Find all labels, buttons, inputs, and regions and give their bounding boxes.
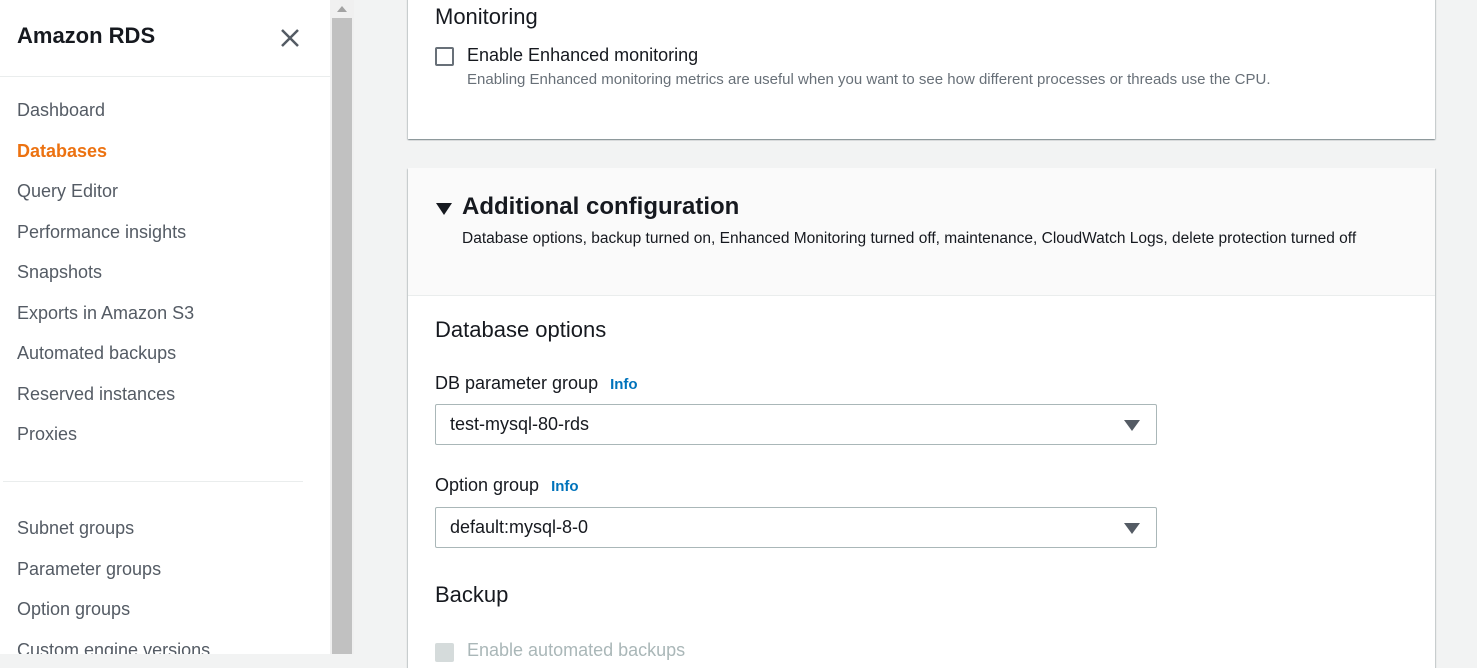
db-parameter-group-select[interactable]: test-mysql-80-rds: [435, 404, 1157, 445]
nav-divider: [3, 481, 303, 482]
sidebar-item-databases[interactable]: Databases: [17, 131, 194, 172]
monitoring-heading: Monitoring: [435, 4, 538, 29]
option-group-select[interactable]: default:mysql-8-0: [435, 507, 1157, 548]
sidebar-item-dashboard[interactable]: Dashboard: [17, 90, 194, 131]
additional-configuration-panel: Additional configuration Database option…: [408, 168, 1435, 668]
option-group-info-link[interactable]: Info: [551, 478, 579, 495]
sidebar-nav: Amazon RDS Dashboard Databases Query Edi…: [0, 0, 330, 654]
db-parameter-group-value: test-mysql-80-rds: [450, 414, 590, 434]
sidebar-item-subnet-groups[interactable]: Subnet groups: [17, 508, 210, 549]
sidebar-item-automated-backups[interactable]: Automated backups: [17, 333, 194, 374]
sidebar-item-performance-insights[interactable]: Performance insights: [17, 212, 194, 253]
option-group-field-label: Option group Info: [435, 475, 579, 496]
sidebar-item-snapshots[interactable]: Snapshots: [17, 252, 194, 293]
chevron-down-icon: [1124, 420, 1140, 431]
sidebar-item-reserved-instances[interactable]: Reserved instances: [17, 374, 194, 415]
backup-heading: Backup: [435, 582, 509, 607]
sidebar-item-query-editor[interactable]: Query Editor: [17, 171, 194, 212]
option-group-value: default:mysql-8-0: [450, 517, 589, 537]
enhanced-monitoring-description: Enabling Enhanced monitoring metrics are…: [467, 71, 1271, 88]
automated-backups-checkbox[interactable]: [435, 643, 454, 662]
chevron-down-icon: [1124, 523, 1140, 534]
additional-configuration-title: Additional configuration: [462, 193, 740, 220]
monitoring-panel: Monitoring Enable Enhanced monitoring En…: [408, 0, 1435, 139]
automated-backups-label: Enable automated backups: [467, 640, 686, 660]
sidebar-scrollbar[interactable]: [330, 0, 354, 654]
sidebar-item-option-groups[interactable]: Option groups: [17, 589, 210, 630]
database-options-heading: Database options: [435, 317, 607, 342]
option-group-label: Option group: [435, 475, 540, 495]
sidebar-title: Amazon RDS: [17, 23, 156, 48]
scroll-thumb[interactable]: [332, 18, 352, 654]
db-parameter-group-field-label: DB parameter group Info: [435, 373, 638, 394]
secondary-nav-list: Subnet groups Parameter groups Option gr…: [17, 508, 210, 654]
sidebar-item-custom-engine-versions[interactable]: Custom engine versions: [17, 630, 210, 655]
enhanced-monitoring-label[interactable]: Enable Enhanced monitoring: [467, 45, 698, 66]
additional-configuration-description: Database options, backup turned on, Enha…: [462, 230, 1357, 247]
sidebar-item-parameter-groups[interactable]: Parameter groups: [17, 549, 210, 590]
enhanced-monitoring-checkbox[interactable]: [435, 47, 454, 66]
sidebar-item-exports-s3[interactable]: Exports in Amazon S3: [17, 293, 194, 334]
sidebar-item-proxies[interactable]: Proxies: [17, 414, 194, 455]
sidebar-header: Amazon RDS: [0, 0, 330, 77]
primary-nav-list: Dashboard Databases Query Editor Perform…: [17, 90, 194, 455]
db-parameter-group-info-link[interactable]: Info: [610, 376, 638, 393]
close-icon[interactable]: [279, 27, 301, 49]
caret-down-icon: [436, 203, 452, 215]
additional-configuration-toggle[interactable]: Additional configuration Database option…: [408, 168, 1435, 296]
scroll-up-arrow-icon[interactable]: [330, 0, 354, 18]
db-parameter-group-label: DB parameter group: [435, 373, 599, 393]
